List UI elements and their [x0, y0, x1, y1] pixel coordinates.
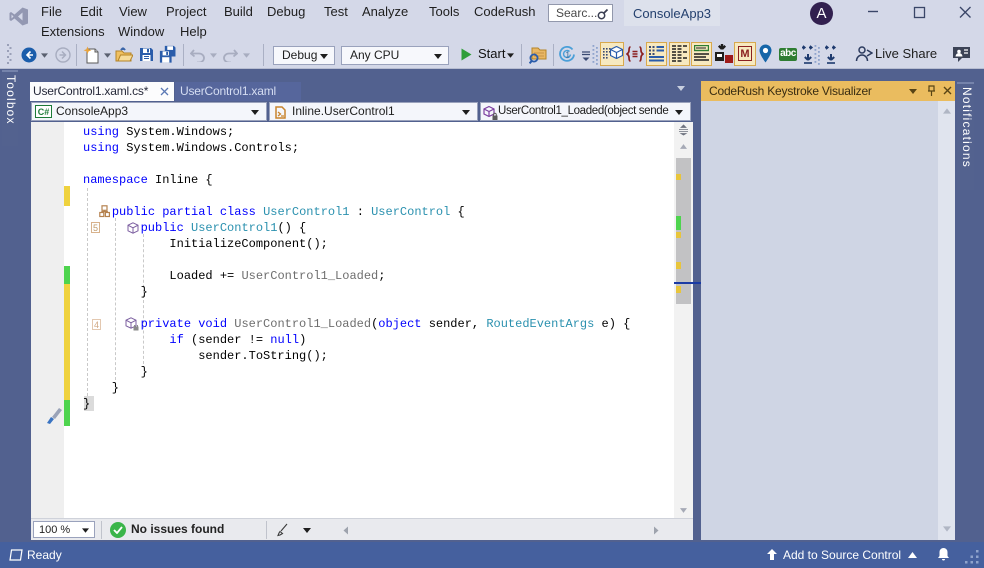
svg-text:1: 1: [566, 51, 571, 60]
